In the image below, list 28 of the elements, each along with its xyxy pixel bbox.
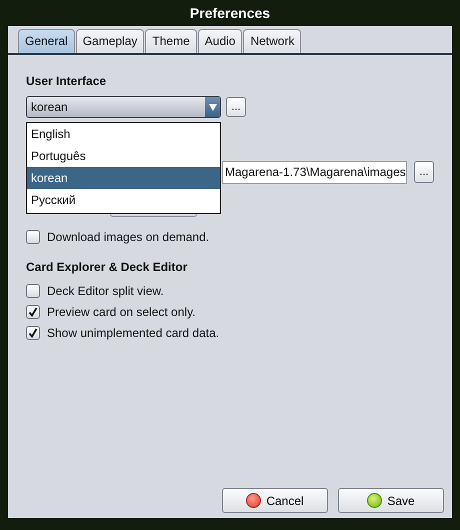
folder-field[interactable]: Magarena-1.73\Magarena\images	[222, 160, 407, 184]
checkbox-label: Show unimplemented card data.	[47, 326, 220, 340]
checkbox[interactable]	[26, 304, 40, 318]
cancel-button[interactable]: Cancel	[222, 488, 328, 513]
section-heading: User Interface	[26, 74, 108, 89]
dropdown-item[interactable]: English	[27, 123, 220, 145]
more-button[interactable]: ...	[226, 97, 246, 117]
status-dot-icon	[246, 493, 262, 508]
tab[interactable]: Gameplay	[76, 29, 144, 53]
checkbox[interactable]	[26, 230, 40, 244]
checkbox-label: Deck Editor split view.	[47, 284, 164, 298]
dropdown-item[interactable]: Português	[27, 145, 220, 167]
dropdown-item[interactable]: Русский	[27, 189, 220, 211]
tab[interactable]: Network	[243, 29, 302, 53]
language-dropdown[interactable]: korean	[26, 96, 221, 118]
tab[interactable]: Audio	[198, 29, 242, 53]
section-heading: Card Explorer & Deck Editor	[26, 260, 188, 275]
browse-button[interactable]: ...	[414, 161, 434, 183]
checkbox[interactable]	[26, 326, 40, 340]
tab[interactable]: Theme	[145, 29, 197, 53]
window-title: Preferences	[190, 4, 270, 23]
checkbox-label: Preview card on select only.	[47, 304, 196, 318]
save-button[interactable]: Save	[338, 488, 444, 513]
status-dot-icon	[367, 493, 382, 508]
checkbox-label: Download images on demand.	[47, 230, 210, 244]
tab[interactable]: General	[18, 29, 75, 53]
dropdown-item[interactable]: korean	[27, 167, 220, 189]
checkbox[interactable]	[26, 284, 40, 298]
